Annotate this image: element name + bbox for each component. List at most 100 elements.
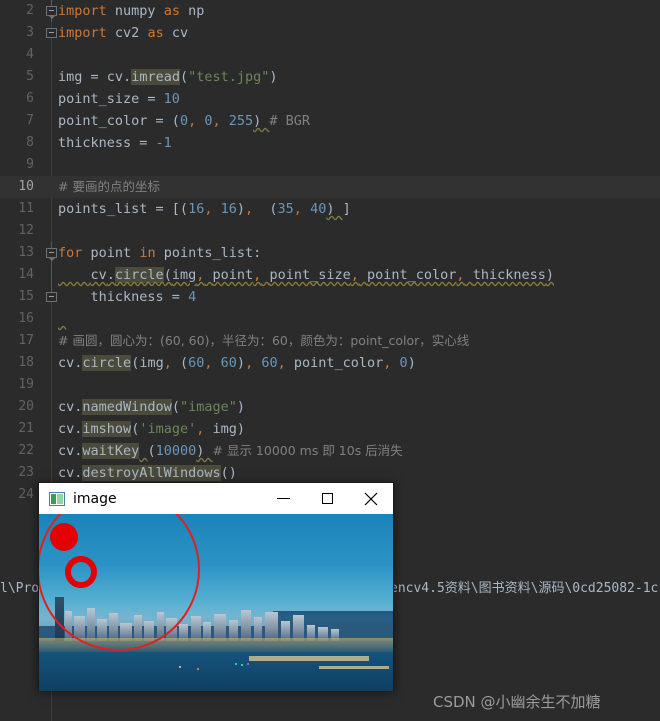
code-line[interactable]: 22 cv.waitKey (10000) # 显示 10000 ms 即 10… — [0, 440, 660, 462]
maximize-icon — [321, 493, 333, 504]
code-line[interactable]: 5 img = cv.imread("test.jpg") — [0, 66, 660, 88]
code-line[interactable]: 16 — [0, 308, 660, 330]
code-content: cv.destroyAllWindows() — [58, 465, 237, 481]
line-number: 22 — [18, 443, 34, 458]
line-number: 19 — [18, 377, 34, 392]
line-number: 6 — [26, 91, 34, 106]
line-number: 5 — [26, 69, 34, 84]
keyword-import: import — [58, 25, 107, 41]
code-line[interactable]: 19 — [0, 374, 660, 396]
line-number: 9 — [26, 157, 34, 172]
fold-collapse-icon[interactable] — [46, 28, 57, 38]
pier — [319, 666, 389, 670]
code-line[interactable]: 9 — [0, 154, 660, 176]
fn-circle: circle — [114, 267, 164, 283]
minimize-button[interactable] — [261, 483, 305, 514]
code-line[interactable]: 15 thickness = 4 — [0, 286, 660, 308]
code-line[interactable]: 12 — [0, 220, 660, 242]
code-content: cv.circle(img, point, point_size, point_… — [90, 267, 554, 283]
comment-circle-desc: # 画圆，圆心为：(60, 60)，半径为：60，颜色为：point_color… — [58, 333, 470, 348]
keyword-as: as — [163, 3, 180, 19]
fold-end-icon[interactable] — [46, 292, 57, 302]
alias-cv: cv — [90, 267, 107, 283]
code-line[interactable]: 18 cv.circle(img, (60, 60), 60, point_co… — [0, 352, 660, 374]
alias-cv: cv — [58, 399, 75, 415]
code-line[interactable]: 8 thickness = -1 — [0, 132, 660, 154]
window-titlebar[interactable]: image — [39, 483, 393, 514]
var-points-list: points_list — [163, 245, 254, 261]
code-line[interactable]: 14 cv.circle(img, point, point_size, poi… — [0, 264, 660, 286]
code-line[interactable]: 4 — [0, 44, 660, 66]
code-line[interactable]: 11 points_list = [(16, 16), (35, 40) ] — [0, 198, 660, 220]
code-content: thickness = 4 — [90, 289, 197, 305]
file-path-left: l\Pro — [0, 581, 40, 596]
fn-circle: circle — [82, 355, 132, 371]
image-canvas[interactable] — [39, 514, 393, 691]
maximize-button[interactable] — [305, 483, 349, 514]
line-number: 18 — [18, 355, 34, 370]
var-img: img — [171, 267, 197, 283]
building — [241, 610, 251, 642]
line-number: 17 — [18, 333, 34, 348]
str-image-sq: 'image' — [139, 421, 197, 437]
code-content: point_size = 10 — [58, 91, 180, 107]
code-line[interactable]: 23 cv.destroyAllWindows() — [0, 462, 660, 484]
code-content: import cv2 as cv — [58, 22, 188, 44]
keyword-as: as — [147, 25, 164, 41]
line-number: 20 — [18, 399, 34, 414]
point-filled-overlay — [50, 523, 78, 551]
var-img: img — [212, 421, 237, 437]
code-content: cv.circle(img, (60, 60), 60, point_color… — [58, 355, 416, 371]
fold-collapse-icon[interactable] — [46, 248, 57, 261]
file-path-right: encv4.5资料\图书资料\源码\0cd25082-1c — [390, 581, 659, 596]
close-button[interactable] — [349, 483, 393, 514]
code-line[interactable]: 3 import cv2 as cv — [0, 22, 660, 44]
line-number: 16 — [18, 311, 34, 326]
var-thickness: thickness — [472, 267, 546, 283]
code-line[interactable]: 21 cv.imshow('image', img) — [0, 418, 660, 440]
fold-guide-line — [51, 264, 52, 286]
literal-neg1: -1 — [155, 135, 172, 151]
fn-imread: imread — [131, 69, 180, 85]
code-line[interactable]: 6 point_size = 10 — [0, 88, 660, 110]
alias-cv: cv — [58, 443, 75, 459]
var-points-list: points_list — [58, 201, 148, 217]
line-number: 12 — [18, 223, 34, 238]
var-thickness: thickness — [90, 289, 164, 305]
code-content: point_color = (0, 0, 255) # BGR — [58, 113, 311, 129]
code-content: cv.imshow('image', img) — [58, 421, 246, 437]
window-controls — [261, 483, 393, 514]
alias-cv: cv — [58, 465, 75, 481]
var-thickness: thickness — [58, 135, 132, 151]
code-content: points_list = [(16, 16), (35, 40) ] — [58, 201, 351, 217]
code-line[interactable]: 17 # 画圆，圆心为：(60, 60)，半径为：60，颜色为：point_co… — [0, 330, 660, 352]
line-number: 7 — [26, 113, 34, 128]
opencv-image-window[interactable]: image — [38, 482, 394, 691]
code-line[interactable]: 7 point_color = (0, 0, 255) # BGR — [0, 110, 660, 132]
close-icon — [364, 492, 378, 505]
comment-wait: # 显示 10000 ms 即 10s 后消失 — [212, 443, 403, 458]
line-number: 13 — [18, 245, 34, 260]
var-point: point — [212, 267, 254, 283]
code-line[interactable]: 20 cv.namedWindow("image") — [0, 396, 660, 418]
csdn-watermark: CSDN @小幽余生不加糖 — [433, 693, 601, 711]
line-number: 8 — [26, 135, 34, 150]
alias-cv: cv — [171, 25, 189, 41]
code-line[interactable]: 2 import numpy as np — [0, 0, 660, 22]
line-number: 24 — [18, 487, 34, 502]
code-line[interactable]: 13 for point in points_list: — [0, 242, 660, 264]
window-title: image — [73, 490, 117, 507]
fold-collapse-icon[interactable] — [46, 6, 57, 19]
var-img: img — [58, 69, 83, 85]
var-img: img — [139, 355, 164, 371]
line-number: 11 — [18, 201, 34, 216]
code-line-current[interactable]: 10 # 要画的点的坐标 — [0, 176, 660, 198]
pier — [249, 655, 369, 661]
code-content: for point in points_list: — [58, 245, 262, 261]
line-number: 3 — [26, 25, 34, 40]
keyword-import: import — [58, 3, 107, 19]
code-content: cv.namedWindow("image") — [58, 399, 245, 415]
var-point: point — [90, 245, 132, 261]
var-point-color: point_color — [58, 113, 148, 129]
alias-cv: cv — [58, 421, 75, 437]
